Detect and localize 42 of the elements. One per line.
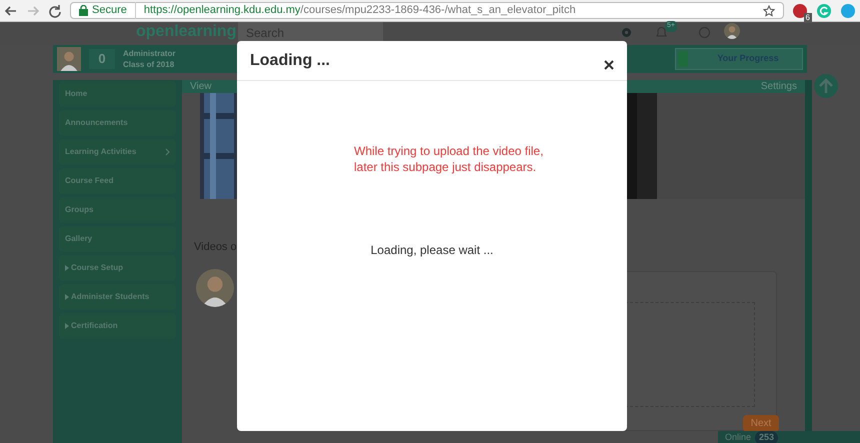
settings-link[interactable]: Settings (760, 79, 797, 94)
scroll-up-icon[interactable] (813, 73, 839, 99)
bell-icon[interactable] (655, 26, 668, 39)
forward-icon[interactable] (26, 4, 40, 18)
class-label: Class of 2018 (123, 59, 176, 70)
star-icon[interactable] (763, 4, 775, 16)
url-text: https://openlearning.kdu.edu.my/courses/mpu2233-1869-436-/what_s_an_elevator_pitch (134, 2, 576, 19)
caret-icon (65, 294, 69, 300)
lock-icon (79, 5, 88, 16)
loading-message: Loading, please wait ... (370, 242, 494, 259)
caret-icon (65, 323, 69, 329)
online-count: 253 (755, 431, 778, 443)
sidebar-item[interactable]: Announcements (59, 110, 176, 136)
chevron-icon (165, 148, 170, 156)
role-label: Administrator (123, 48, 176, 59)
back-icon[interactable] (4, 4, 18, 18)
address-bar[interactable]: Secure https://openlearning.kdu.edu.my/courses/mpu2233-1869-436-/what_s_an_elevator_pitch (70, 2, 784, 19)
online-bar[interactable]: Online 253 (718, 431, 860, 443)
annotation-text: While trying to upload the video file, (354, 143, 544, 159)
online-label: Online (725, 431, 752, 443)
sidebar-item[interactable]: Certification (59, 313, 176, 339)
close-icon[interactable] (604, 60, 614, 70)
commenter-avatar (196, 269, 234, 307)
view-tab[interactable]: View (190, 79, 212, 94)
next-button[interactable]: Next (743, 415, 779, 432)
sidebar-item[interactable]: Gallery (59, 226, 176, 252)
annotation-text: later this subpage just disappears. (354, 159, 536, 175)
sidebar-item[interactable]: Learning Activities (59, 139, 176, 165)
dialog-title: Loading ... (250, 50, 330, 70)
sidebar-item[interactable]: Course Setup (59, 255, 176, 281)
sidebar-item[interactable]: Course Feed (59, 168, 176, 194)
points-count: 0 (89, 49, 115, 69)
sidebar-item[interactable]: Home (59, 81, 176, 107)
extension-icon[interactable] (792, 2, 808, 18)
sidebar-item[interactable]: Groups (59, 197, 176, 223)
secure-label: Secure (92, 3, 127, 18)
grammar-icon[interactable] (816, 2, 832, 18)
profile-avatar (57, 47, 81, 71)
caret-icon (65, 265, 69, 271)
extension-badge: 6 (804, 12, 812, 22)
reload-icon[interactable] (48, 4, 62, 18)
sidebar-item[interactable]: Administer Students (59, 284, 176, 310)
